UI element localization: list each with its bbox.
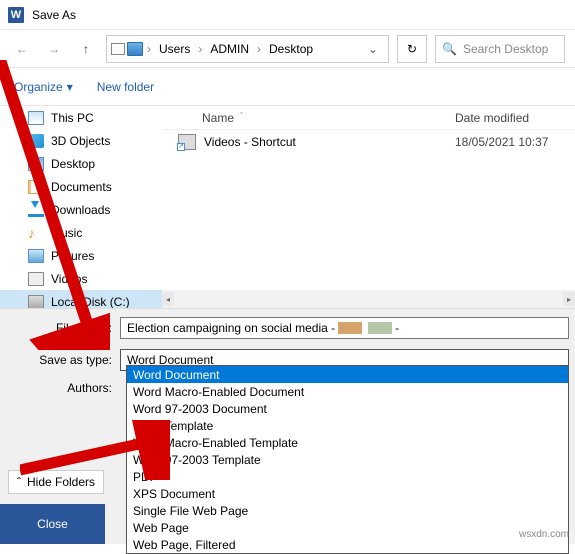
search-input[interactable]: 🔍 Search Desktop [435, 35, 565, 63]
horizontal-scrollbar[interactable]: ◂ ▸ [162, 290, 575, 308]
column-name-header[interactable]: Name ˆ [162, 111, 455, 125]
sidebar-item-label: Music [51, 226, 82, 240]
downloads-icon [28, 203, 44, 217]
form-pane: File name: Election campaigning on socia… [0, 308, 575, 544]
sidebar-item-downloads[interactable]: Downloads [0, 198, 162, 221]
watermark: wsxdn.com [519, 529, 569, 540]
forward-button[interactable]: → [42, 37, 66, 61]
path-separator: › [145, 42, 153, 56]
back-button[interactable]: ← [10, 37, 34, 61]
file-list-header: Name ˆ Date modified [162, 106, 575, 130]
list-item[interactable]: ↗ Videos - Shortcut 18/05/2021 10:37 [162, 130, 575, 154]
sidebar-item-label: Local Disk (C:) [51, 295, 130, 309]
refresh-button[interactable]: ↻ [397, 35, 427, 63]
authors-label: Authors: [0, 381, 120, 395]
scroll-right-icon[interactable]: ▸ [563, 292, 575, 306]
hide-folders-button[interactable]: ˆ Hide Folders [8, 470, 104, 494]
path-separator: › [255, 42, 263, 56]
type-option[interactable]: Word Macro-Enabled Document [127, 383, 568, 400]
file-date: 18/05/2021 10:37 [455, 135, 575, 149]
file-list: Name ˆ Date modified ↗ Videos - Shortcut … [162, 106, 575, 308]
pc-icon [28, 111, 44, 125]
path-separator: › [196, 42, 204, 56]
sidebar-item-label: 3D Objects [51, 134, 110, 148]
new-folder-button[interactable]: New folder [97, 80, 154, 94]
sidebar-item-label: Documents [51, 180, 112, 194]
address-bar[interactable]: › Users › ADMIN › Desktop ⌄ [106, 35, 389, 63]
organize-label: Organize [14, 80, 63, 94]
sidebar-item-3d-objects[interactable]: 3D Objects [0, 129, 162, 152]
type-dropdown-list: Word Document Word Macro-Enabled Documen… [126, 365, 569, 554]
word-app-icon: W [8, 7, 24, 23]
shortcut-icon: ↗ [178, 134, 196, 150]
breadcrumb[interactable]: ADMIN [206, 40, 253, 58]
sidebar-item-label: Downloads [51, 203, 110, 217]
address-dropdown-icon[interactable]: ⌄ [362, 42, 384, 56]
3d-objects-icon [28, 134, 44, 148]
breadcrumb[interactable]: Users [155, 40, 194, 58]
close-label: Close [37, 517, 68, 531]
music-icon: ♪ [28, 226, 44, 240]
filename-value: Election campaigning on social media - [127, 321, 335, 335]
sidebar: This PC 3D Objects Desktop Documents Dow… [0, 106, 162, 308]
breadcrumb[interactable]: Desktop [265, 40, 317, 58]
search-placeholder: Search Desktop [463, 42, 548, 56]
title-bar: W Save As [0, 0, 575, 30]
type-option[interactable]: Word Document [127, 366, 568, 383]
sidebar-item-music[interactable]: ♪ Music [0, 221, 162, 244]
filename-row: File name: Election campaigning on socia… [0, 315, 575, 341]
link-overlay-icon: ↗ [177, 143, 185, 151]
pc-icon [111, 43, 125, 55]
type-option[interactable]: PDF [127, 468, 568, 485]
disk-icon [28, 295, 44, 309]
type-option[interactable]: Word 97-2003 Template [127, 451, 568, 468]
filename-label: File name: [0, 321, 120, 335]
type-label: Save as type: [0, 353, 120, 367]
type-option[interactable]: Single File Web Page [127, 502, 568, 519]
filename-field[interactable]: Election campaigning on social media -- [120, 317, 569, 339]
sidebar-item-pictures[interactable]: Pictures [0, 244, 162, 267]
sidebar-item-label: This PC [51, 111, 94, 125]
sidebar-item-label: Pictures [51, 249, 94, 263]
documents-icon [28, 180, 44, 194]
drive-icon [127, 42, 143, 56]
type-option[interactable]: Web Page [127, 519, 568, 536]
sidebar-item-label: Desktop [51, 157, 95, 171]
column-date-header[interactable]: Date modified [455, 111, 575, 125]
type-option[interactable]: XPS Document [127, 485, 568, 502]
scroll-left-icon[interactable]: ◂ [162, 292, 174, 306]
sidebar-item-this-pc[interactable]: This PC [0, 106, 162, 129]
sidebar-item-documents[interactable]: Documents [0, 175, 162, 198]
redaction-block [338, 322, 362, 334]
sort-indicator-icon: ˆ [240, 111, 243, 125]
chevron-down-icon: ▾ [67, 80, 73, 94]
redaction-block [368, 322, 392, 334]
videos-icon [28, 272, 44, 286]
sidebar-item-local-disk[interactable]: Local Disk (C:) [0, 290, 162, 308]
pictures-icon [28, 249, 44, 263]
type-option[interactable]: Word 97-2003 Document [127, 400, 568, 417]
type-option[interactable]: Web Page, Filtered [127, 536, 568, 553]
content-area: This PC 3D Objects Desktop Documents Dow… [0, 106, 575, 308]
sidebar-item-label: Videos [51, 272, 87, 286]
search-icon: 🔍 [442, 42, 457, 56]
nav-row: ← → ↑ › Users › ADMIN › Desktop ⌄ ↻ 🔍 Se… [0, 30, 575, 68]
organize-menu[interactable]: Organize ▾ [14, 80, 73, 94]
file-name: Videos - Shortcut [204, 135, 296, 149]
up-button[interactable]: ↑ [74, 37, 98, 61]
close-button[interactable]: Close [0, 504, 105, 544]
sidebar-item-videos[interactable]: Videos [0, 267, 162, 290]
chevron-up-icon: ˆ [17, 475, 21, 489]
toolbar: Organize ▾ New folder [0, 68, 575, 106]
type-option[interactable]: Word Template [127, 417, 568, 434]
type-option[interactable]: Word Macro-Enabled Template [127, 434, 568, 451]
hide-folders-label: Hide Folders [27, 475, 95, 489]
desktop-icon [28, 157, 44, 171]
sidebar-item-desktop[interactable]: Desktop [0, 152, 162, 175]
column-name-label: Name [202, 111, 234, 125]
window-title: Save As [32, 8, 76, 22]
